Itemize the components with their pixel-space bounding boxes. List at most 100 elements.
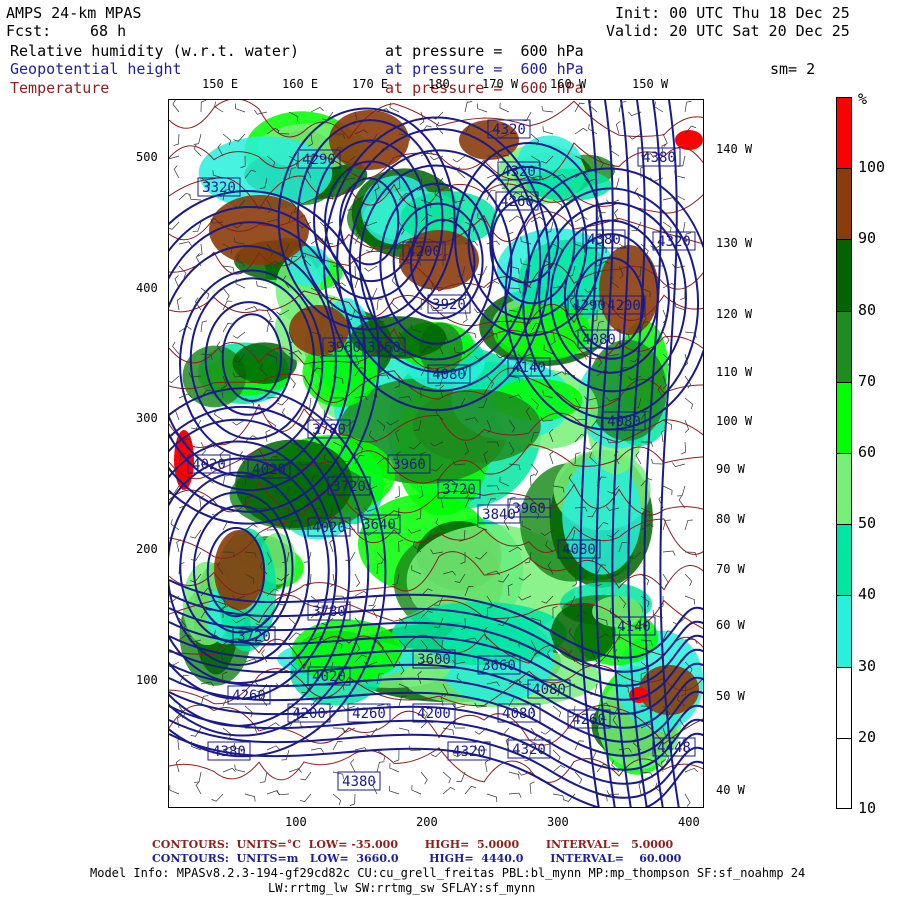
height-contour-label: 4200: [287, 703, 331, 723]
colorbar-segment: [836, 310, 852, 382]
svg-text:4290: 4290: [572, 298, 606, 314]
wind-barb: [684, 767, 698, 773]
wind-barb: [288, 617, 297, 630]
lon-label-top: 170 E: [352, 77, 389, 91]
colorbar-segment: [836, 595, 852, 667]
wind-barb: [354, 590, 368, 597]
wind-barb: [299, 793, 312, 803]
svg-text:4380: 4380: [342, 774, 376, 790]
wind-barb: [684, 573, 693, 586]
height-contour-label: 4260: [495, 191, 539, 211]
colorbar-label: 70: [858, 371, 877, 390]
height-contour-label: 4260: [347, 703, 391, 723]
y-tick-label: 200: [136, 542, 158, 556]
wind-barb: [176, 539, 181, 553]
wind-barb: [169, 375, 180, 384]
height-contour-label: 4200: [602, 295, 646, 315]
wind-barb: [677, 155, 686, 167]
wind-barb: [411, 784, 422, 795]
wind-barb: [256, 280, 268, 289]
lon-label-right: 110 W: [716, 365, 753, 379]
colorbar-label: 10: [858, 799, 877, 817]
wind-barb: [521, 111, 532, 122]
colorbar-segment: [836, 97, 852, 169]
height-contour-label: 4080: [602, 411, 646, 431]
svg-text:4020: 4020: [192, 457, 226, 473]
lon-label-right: 100 W: [716, 414, 753, 428]
colorbar-segment: [836, 168, 852, 240]
svg-text:4020: 4020: [312, 669, 346, 685]
svg-text:4380: 4380: [587, 232, 621, 248]
height-contour-label: 4380: [582, 229, 626, 249]
lon-label-right: 60 W: [716, 618, 745, 632]
height-contour-label: 4080: [427, 364, 471, 384]
wind-barb: [376, 749, 386, 761]
height-contour-label: 3920: [427, 294, 471, 314]
wind-barb: [508, 771, 520, 780]
wind-barb: [552, 705, 562, 718]
wind-barb: [193, 144, 202, 157]
wind-barb: [310, 747, 324, 753]
field-rh-name: Relative humidity (w.r.t. water): [10, 42, 299, 60]
wind-barb: [376, 298, 384, 311]
lon-label-right: 80 W: [716, 512, 745, 526]
svg-text:3660: 3660: [482, 658, 516, 674]
height-contour-label: 4200: [412, 703, 456, 723]
colorbar-segment: [836, 737, 852, 809]
height-contour-label: 4290: [567, 295, 611, 315]
wind-barb: [178, 241, 192, 247]
x-tick-label: 300: [547, 815, 569, 829]
forecast-value: 68 h: [90, 22, 127, 40]
wind-barb: [276, 790, 290, 796]
svg-text:3640: 3640: [362, 517, 396, 533]
height-contour-label: 3960: [387, 454, 431, 474]
model-info-line-2: LW:rrtmg_lw SW:rrtmg_sw SFLAY:sf_mynn: [268, 881, 536, 895]
wind-barb: [677, 485, 686, 497]
x-tick-label: 400: [678, 815, 700, 829]
wind-barb: [684, 419, 690, 433]
wind-barb: [214, 101, 224, 113]
height-contour-label: 4080: [497, 703, 541, 723]
colorbar-segment: [836, 666, 852, 738]
wind-barb: [541, 105, 554, 113]
lon-label-right: 90 W: [716, 462, 745, 476]
svg-text:3840: 3840: [482, 507, 516, 523]
svg-text:4200: 4200: [407, 244, 441, 260]
height-contour-label: 4260: [567, 709, 611, 729]
wind-barb: [388, 785, 400, 795]
height-contour-label: 3720: [327, 476, 371, 496]
wind-barb: [211, 793, 224, 802]
wind-barb: [684, 595, 695, 605]
height-contour-label: 4320: [487, 119, 531, 139]
height-contour-label: 3320: [197, 177, 241, 197]
colorbar-segment: [836, 239, 852, 311]
wind-barb: [354, 573, 361, 587]
svg-text:4140: 4140: [617, 619, 651, 635]
svg-text:3600: 3600: [417, 652, 451, 668]
svg-text:3720: 3720: [442, 482, 476, 498]
height-contour-label: 4080: [577, 329, 621, 349]
wind-barb: [477, 103, 488, 113]
wind-barb: [244, 727, 258, 733]
wind-barb: [442, 771, 451, 784]
svg-text:4260: 4260: [572, 712, 606, 728]
wind-barb: [345, 551, 356, 562]
height-contour-label: 4320: [652, 231, 696, 251]
svg-text:4320: 4320: [512, 742, 546, 758]
svg-text:4290: 4290: [302, 152, 336, 168]
lon-label-top: 180: [428, 77, 450, 91]
svg-text:4140: 4140: [512, 360, 546, 376]
wind-barb: [654, 101, 664, 113]
y-tick-label: 300: [136, 411, 158, 425]
svg-text:4320: 4320: [657, 234, 691, 250]
wind-barb: [610, 145, 620, 157]
colorbar-label: 20: [858, 727, 877, 746]
wind-barb: [508, 215, 522, 223]
svg-text:3780: 3780: [312, 422, 346, 438]
svg-text:4020: 4020: [312, 520, 346, 536]
colorbar-label: 60: [858, 443, 877, 461]
wind-barb: [222, 767, 236, 773]
colorbar-segment: [836, 381, 852, 453]
height-contour-label: 4448: [652, 737, 696, 757]
field-rh-level: at pressure = 600 hPa: [385, 42, 584, 60]
